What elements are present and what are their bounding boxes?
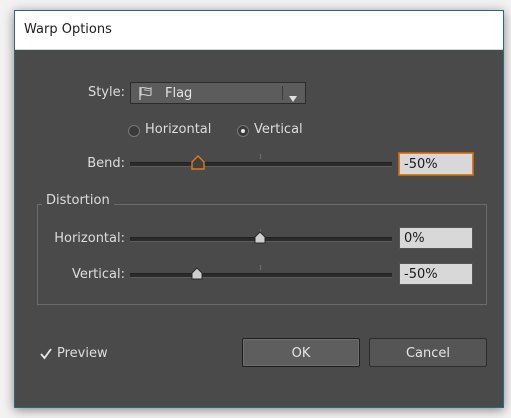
vertical-distortion-center-tick: [260, 265, 261, 270]
radio-horizontal-label[interactable]: Horizontal: [145, 122, 211, 137]
vertical-distortion-thumb[interactable]: [191, 265, 203, 284]
bend-slider-thumb[interactable]: [190, 154, 206, 174]
distortion-group-title: Distortion: [42, 193, 114, 208]
title-bar[interactable]: Warp Options: [15, 11, 503, 50]
radio-selected-dot: [241, 129, 245, 133]
horizontal-distortion-thumb[interactable]: [254, 229, 266, 248]
distortion-group: [37, 204, 487, 305]
bend-slider-track[interactable]: [130, 162, 392, 167]
bend-value-field[interactable]: [399, 153, 473, 175]
warp-options-dialog: Warp Options Style: Flag Horizontal Vert…: [14, 10, 504, 408]
dropdown-separator: [282, 86, 283, 100]
preview-label[interactable]: Preview: [57, 346, 108, 361]
style-dropdown[interactable]: Flag: [130, 82, 306, 104]
cancel-button[interactable]: Cancel: [369, 338, 487, 367]
vertical-distortion-field[interactable]: [399, 263, 473, 285]
bend-label: Bend:: [87, 156, 125, 171]
dialog-title: Warp Options: [24, 22, 112, 37]
ok-button[interactable]: OK: [242, 338, 360, 367]
flag-icon: [138, 86, 156, 105]
vertical-distortion-label: Vertical:: [71, 267, 125, 282]
style-value: Flag: [165, 86, 193, 101]
preview-checkbox[interactable]: [39, 346, 53, 360]
bend-slider-center-tick: [260, 154, 261, 159]
horizontal-distortion-field[interactable]: [399, 227, 473, 249]
radio-vertical-label[interactable]: Vertical: [254, 122, 303, 137]
radio-horizontal[interactable]: [128, 125, 140, 137]
vertical-distortion-track[interactable]: [130, 273, 392, 278]
horizontal-distortion-label: Horizontal:: [54, 231, 125, 246]
radio-vertical[interactable]: [237, 125, 249, 137]
style-label: Style:: [87, 85, 125, 100]
checkmark-icon: [40, 348, 52, 360]
chevron-down-icon[interactable]: [288, 88, 298, 107]
